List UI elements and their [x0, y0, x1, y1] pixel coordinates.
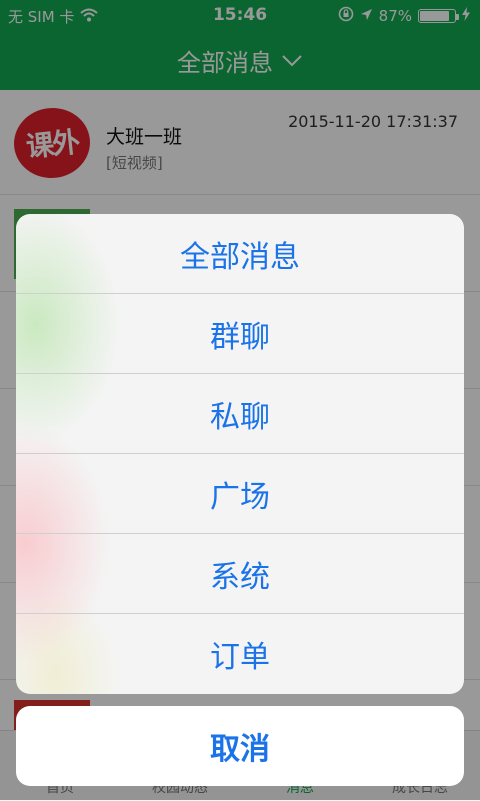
cancel-button[interactable]: 取消 [16, 706, 464, 786]
action-all-messages[interactable]: 全部消息 [16, 214, 464, 294]
action-sheet: 全部消息 群聊 私聊 广场 系统 订单 [16, 214, 464, 694]
action-plaza[interactable]: 广场 [16, 454, 464, 534]
action-system[interactable]: 系统 [16, 534, 464, 614]
action-group-chat[interactable]: 群聊 [16, 294, 464, 374]
action-private-chat[interactable]: 私聊 [16, 374, 464, 454]
action-orders[interactable]: 订单 [16, 614, 464, 694]
